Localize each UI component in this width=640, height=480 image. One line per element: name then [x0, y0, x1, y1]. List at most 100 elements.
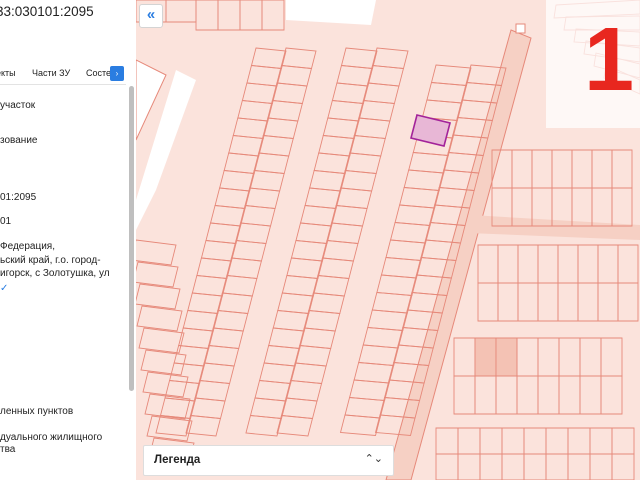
parcel	[589, 427, 613, 455]
parcel	[353, 362, 395, 384]
parcel	[477, 244, 499, 284]
parcel	[611, 427, 635, 455]
parcel	[367, 65, 405, 87]
parcel	[261, 0, 285, 31]
parcel	[239, 0, 263, 31]
parcel	[399, 187, 440, 209]
parcel	[217, 0, 241, 31]
parcel	[331, 82, 369, 104]
tab-parcel-parts[interactable]: Части ЗУ	[32, 68, 70, 78]
field-type-value: участок	[0, 100, 36, 111]
cadastral-number-title: 33:030101:2095	[0, 4, 94, 19]
parcel	[173, 345, 210, 367]
parcel	[304, 187, 342, 209]
panel-scrollbar[interactable]	[129, 86, 134, 391]
parcel	[178, 327, 214, 349]
panel-tabs: екты Части ЗУ Состе ›	[0, 66, 136, 82]
parcel	[196, 257, 232, 279]
parcel	[228, 135, 264, 157]
tab-composition[interactable]: Состе	[86, 68, 111, 78]
parcel	[187, 292, 223, 314]
parcel	[340, 47, 378, 69]
tab-objects[interactable]: екты	[0, 68, 16, 78]
parcel	[245, 415, 283, 437]
parcel	[136, 305, 183, 332]
parcel	[295, 222, 333, 244]
parcel	[523, 427, 547, 455]
parcel	[558, 337, 581, 377]
zone-number-overlay: 1	[546, 0, 640, 128]
parcel	[146, 415, 193, 442]
parcel	[371, 47, 409, 69]
zone-number: 1	[584, 10, 635, 110]
parcel	[403, 169, 445, 191]
parcel	[385, 239, 427, 261]
parcel	[597, 282, 619, 322]
parcel	[430, 64, 472, 86]
road-segment	[286, 0, 376, 25]
parcel	[303, 310, 341, 332]
parcel	[362, 327, 404, 349]
parcel	[272, 310, 310, 332]
parcel	[262, 117, 299, 139]
parcel	[495, 375, 518, 415]
parcel	[318, 135, 355, 157]
parcel	[537, 282, 559, 322]
parcel	[577, 244, 599, 284]
parcel	[617, 282, 639, 322]
parcel	[195, 0, 219, 31]
parcel	[276, 415, 314, 437]
parcel	[312, 275, 350, 297]
parcel	[335, 187, 373, 209]
parcel	[226, 257, 262, 279]
parcel	[290, 240, 328, 262]
tabs-scroll-right-button[interactable]: ›	[110, 66, 124, 81]
tabs-divider	[0, 84, 126, 85]
parcel	[349, 379, 390, 401]
parcel	[457, 427, 481, 455]
parcel	[208, 327, 244, 349]
parcel	[200, 240, 237, 262]
parcel	[249, 170, 285, 192]
parcel	[537, 244, 559, 284]
parcel	[294, 345, 332, 367]
parcel	[209, 205, 246, 227]
parcel	[308, 292, 345, 314]
parcel	[531, 149, 553, 189]
parcel	[194, 380, 231, 402]
parcel	[600, 375, 623, 415]
parcel	[376, 274, 417, 296]
parcel	[322, 117, 360, 139]
parcel	[344, 152, 382, 174]
parcel	[558, 375, 581, 415]
parcel	[349, 135, 386, 157]
parcel	[579, 375, 602, 415]
parcel	[299, 205, 337, 227]
parcel	[408, 152, 449, 174]
parcel	[435, 453, 459, 480]
parcel	[327, 100, 364, 122]
parcel	[362, 82, 400, 104]
parcel	[277, 292, 314, 314]
legend-dropdown[interactable]: Легенда ⌃⌄	[143, 445, 394, 476]
field-cadastral-value: 01:2095	[0, 192, 37, 203]
parcel	[219, 170, 255, 192]
parcel	[511, 149, 533, 189]
parcel	[617, 244, 639, 284]
parcel	[477, 282, 499, 322]
parcel	[474, 337, 497, 377]
parcel	[545, 453, 569, 480]
parcel	[268, 327, 305, 349]
collapse-panel-button[interactable]: «	[139, 4, 163, 28]
parcel	[497, 244, 519, 284]
parcel	[326, 222, 364, 244]
parcel	[495, 337, 518, 377]
parcel	[281, 275, 319, 297]
parcel	[258, 135, 294, 157]
address-line-1: Федерация,	[0, 241, 55, 252]
parcel	[517, 282, 539, 322]
parcel	[340, 170, 377, 192]
parcel	[237, 100, 273, 122]
parcel	[317, 257, 354, 279]
parcel	[221, 275, 258, 297]
